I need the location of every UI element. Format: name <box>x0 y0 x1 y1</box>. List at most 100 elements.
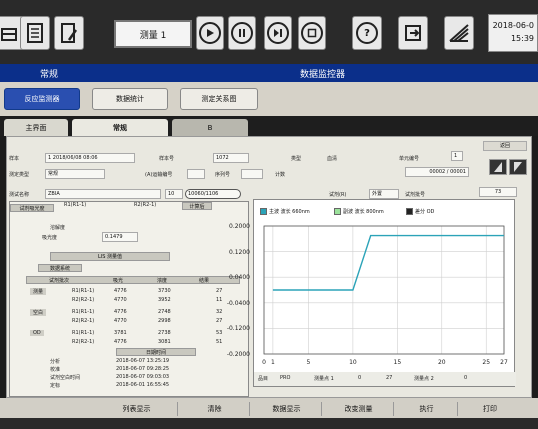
method-field: 常规 <box>45 169 105 179</box>
count-label: 计数 <box>275 172 286 178</box>
time-value: 2018-06-07 09:03:03 <box>116 374 170 380</box>
help-button[interactable]: ? <box>352 16 382 50</box>
test-label: 测试名称 <box>9 192 30 198</box>
y-tick-label: -0.0400 <box>226 299 250 307</box>
chart-legend: 主波 波长 660nm 副波 波长 800nm 差分 OD <box>260 206 510 220</box>
solubility-label: 溶解度 <box>50 225 66 231</box>
legend-swatch <box>260 208 267 215</box>
title-bar: 常规 数据监控器 <box>0 64 538 82</box>
row-conc-value: 3952 <box>158 297 171 303</box>
tab-main[interactable]: 主界面 <box>4 119 68 136</box>
series-line <box>272 234 504 291</box>
page-title: 数据监控器 <box>300 70 346 80</box>
time-label: 分析 <box>50 359 61 365</box>
row-abs-value: 4770 <box>114 318 127 324</box>
data-display-button[interactable]: 数据显示 <box>252 402 322 416</box>
chart-footer-item: 0 <box>358 375 362 381</box>
reagent-label: 试剂(R) <box>329 192 347 198</box>
absorbance-field: 0.1479 <box>102 232 138 242</box>
reaction-chart: 0 1 5 10 15 20 25 27 <box>262 225 508 366</box>
system-icon <box>449 24 469 42</box>
time-text: 15:39 <box>510 34 534 43</box>
row-label: R1(R1-1) <box>72 288 95 294</box>
lot-field: 73 <box>479 187 517 197</box>
type-label: 类型 <box>291 156 302 162</box>
absorbance-label: 吸光度 <box>42 235 58 241</box>
time-label: 试剂空白时间 <box>50 375 81 381</box>
y-tick-label: -0.1200 <box>226 325 250 333</box>
x-tick-label: 5 <box>307 359 311 366</box>
row-abs-value: 3781 <box>114 330 127 336</box>
count-field: 00002 / 00001 <box>405 167 469 177</box>
x-tick-label: 25 <box>482 359 490 366</box>
logout-button[interactable] <box>398 16 428 50</box>
row-abs-value: 4776 <box>114 288 127 294</box>
sample-no-field: 1072 <box>213 153 249 163</box>
type-value: 血清 <box>327 156 338 162</box>
row-conc-value: 2748 <box>158 309 171 315</box>
sampling-stop-button[interactable] <box>264 16 292 50</box>
chart-footer-item: 测量点 2 <box>414 376 434 382</box>
row-group-label: 空白 <box>30 309 47 316</box>
reaction-monitor-button[interactable]: 反应监测器 <box>4 88 80 110</box>
time-label: 定标 <box>50 383 61 389</box>
legend-item: 差分 OD <box>406 208 434 215</box>
bottom-strip <box>0 418 538 429</box>
x-tick-label: 15 <box>394 359 402 366</box>
row-label: R2(R2-1) <box>72 339 95 345</box>
nav-row: 反应监测器 数据统计 测定关系图 <box>0 82 538 116</box>
start-button[interactable] <box>196 16 224 50</box>
system-button[interactable] <box>444 16 474 50</box>
chart-footer-item: 0 <box>464 375 468 381</box>
pause-button[interactable] <box>228 16 256 50</box>
row-label: R1(R1-1) <box>72 309 95 315</box>
top-toolbar: 测量 1 ? 2018-06-0 15:39 <box>0 0 538 64</box>
sample-label: 样本 <box>9 156 20 162</box>
prev-page-icon[interactable] <box>489 159 507 175</box>
series-label: 序列号 <box>215 172 231 178</box>
execute-button[interactable]: 执行 <box>396 402 458 416</box>
step-icon <box>267 22 289 44</box>
chart-panel: 主波 波长 660nm 副波 波长 800nm 差分 OD 0 1 5 10 15 20 25 2… <box>227 199 516 387</box>
row-abs-value: 4770 <box>114 297 127 303</box>
next-page-icon[interactable] <box>509 159 527 175</box>
section-title: 常规 <box>40 70 59 80</box>
change-measurement-button[interactable]: 改变测量 <box>324 402 394 416</box>
pause-icon <box>231 22 253 44</box>
assay-chart-button[interactable]: 测定关系图 <box>180 88 258 110</box>
y-tick-label: -0.2000 <box>226 351 250 358</box>
tab-routine[interactable]: 常规 <box>72 119 168 136</box>
col-conc: 浓度 <box>157 278 168 284</box>
document-edit-icon[interactable] <box>54 16 84 50</box>
data-statistics-button[interactable]: 数据统计 <box>92 88 168 110</box>
print-button[interactable]: 打印 <box>460 402 520 416</box>
row-conc-value: 2998 <box>158 318 171 324</box>
r2-header: R2(R2-1) <box>134 202 157 208</box>
y-tick-label: 0.2000 <box>229 223 250 230</box>
r1-header: R1(R1-1) <box>64 202 87 208</box>
list-display-button[interactable]: 列表显示 <box>96 402 178 416</box>
tab-row: 主界面 常规 B <box>0 116 538 136</box>
chart-footer-item: 品目 <box>258 376 269 382</box>
help-icon: ? <box>356 22 378 44</box>
legend-label: 副波 波长 800nm <box>343 209 384 215</box>
cup-field: 1 <box>451 151 463 161</box>
test-field: ZBIA <box>45 189 161 199</box>
row-abs-value: 4776 <box>114 339 127 345</box>
tab-b[interactable]: B <box>172 119 248 136</box>
row-label: R1(R1-1) <box>72 330 95 336</box>
x-tick-label: 10 <box>349 359 357 366</box>
test-no-field: 10 <box>165 189 183 199</box>
row-result-value: 27 <box>216 288 223 294</box>
col-reagent: 试剂批次 <box>49 278 70 284</box>
list-icon[interactable] <box>20 16 50 50</box>
clear-button[interactable]: 清除 <box>180 402 250 416</box>
return-button[interactable]: 返回 <box>483 141 527 151</box>
stop-button[interactable] <box>298 16 326 50</box>
date-text: 2018-06-0 <box>492 21 534 30</box>
bottom-bar: 列表显示 清除 数据显示 改变测量 执行 打印 <box>0 398 538 429</box>
screen-name-display: 测量 1 <box>114 20 192 48</box>
row-conc-value: 3730 <box>158 288 171 294</box>
legend-item: 主波 波长 660nm <box>260 208 310 215</box>
legend-swatch <box>406 208 413 215</box>
